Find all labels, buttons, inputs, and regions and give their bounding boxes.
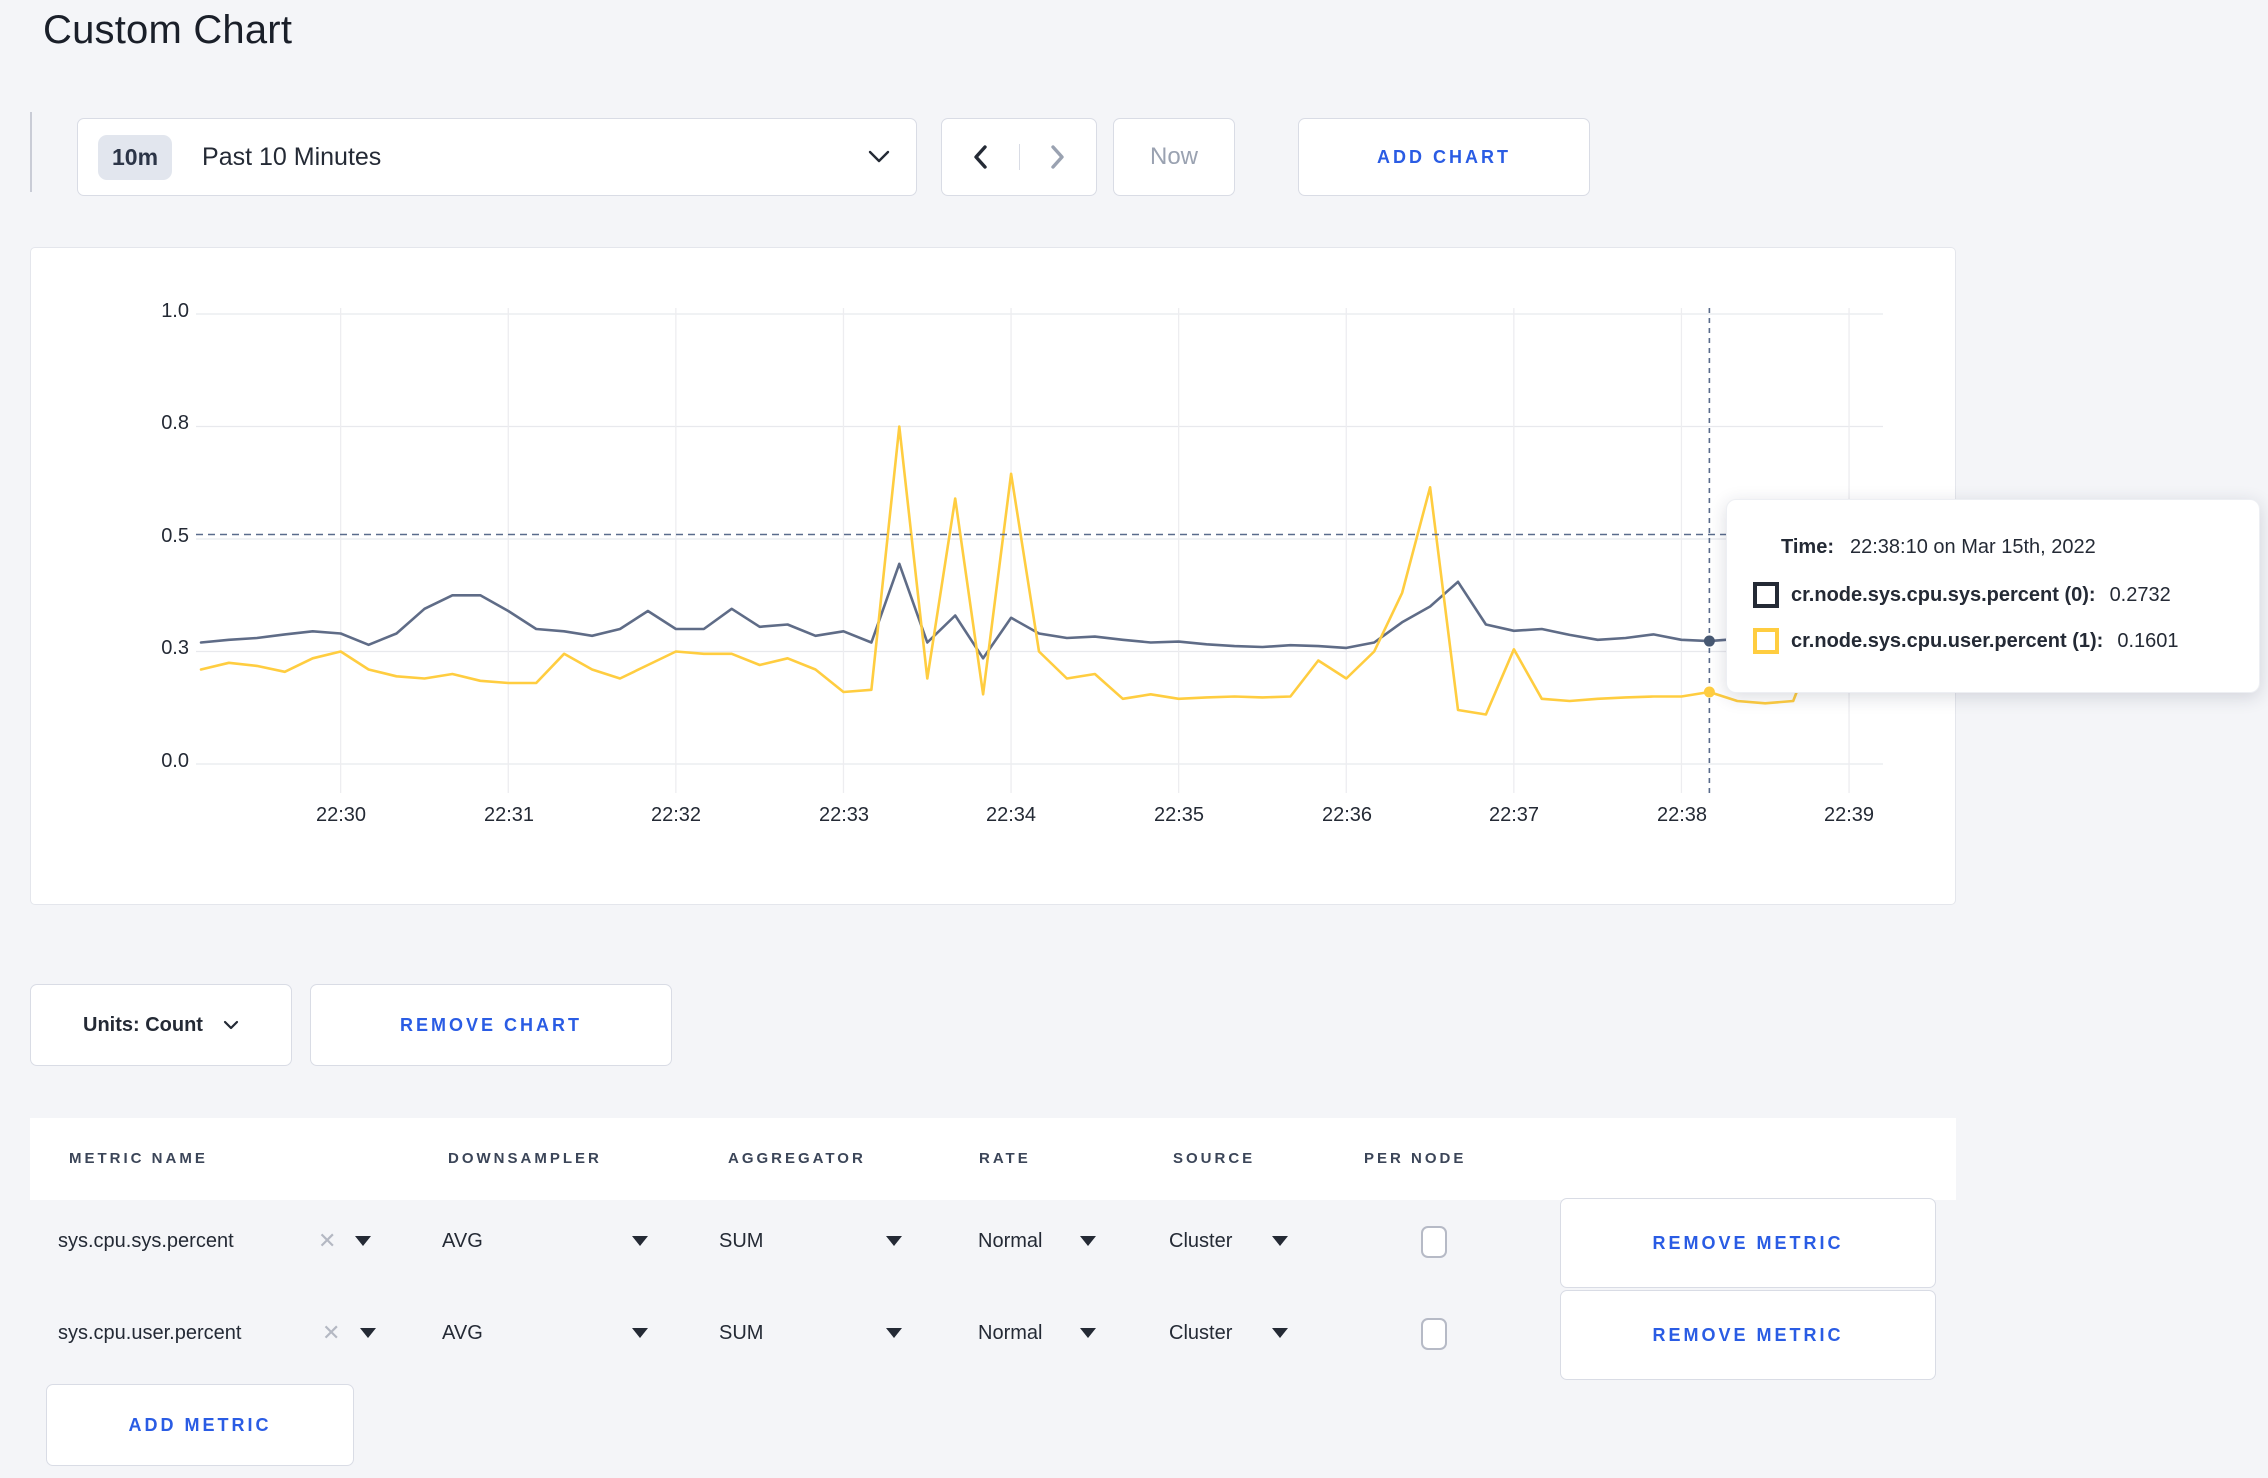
- x-axis-tick: 22:32: [650, 804, 702, 826]
- y-axis-tick: 0.5: [161, 525, 189, 547]
- next-time-button[interactable]: [1020, 144, 1097, 170]
- caret-down-icon[interactable]: [355, 1236, 371, 1246]
- per-node-checkbox[interactable]: [1421, 1226, 1447, 1258]
- page-title: Custom Chart: [43, 8, 293, 52]
- x-axis-tick: 22:37: [1488, 804, 1540, 826]
- caret-down-icon[interactable]: [1272, 1236, 1288, 1246]
- previous-time-button[interactable]: [942, 144, 1020, 170]
- x-axis-tick: 22:39: [1823, 804, 1875, 826]
- x-axis-tick: 22:30: [315, 804, 367, 826]
- units-dropdown[interactable]: Units: Count: [30, 984, 292, 1066]
- aggregator-select[interactable]: SUM: [719, 1230, 763, 1253]
- per-node-checkbox[interactable]: [1421, 1318, 1447, 1350]
- caret-down-icon[interactable]: [886, 1328, 902, 1338]
- tooltip-time-row: Time: 22:38:10 on Mar 15th, 2022: [1781, 536, 2096, 559]
- tooltip-series-label: cr.node.sys.cpu.user.percent (1):: [1791, 629, 2104, 652]
- custom-chart-page: Custom Chart 10m Past 10 Minutes Now ADD…: [0, 0, 2268, 1478]
- column-header-rate: RATE: [979, 1150, 1031, 1167]
- aggregator-select[interactable]: SUM: [719, 1322, 763, 1345]
- units-label: Units: Count: [83, 1013, 203, 1036]
- remove-chart-button[interactable]: REMOVE CHART: [310, 984, 672, 1066]
- x-axis-tick: 22:31: [483, 804, 535, 826]
- time-step-button-group: [941, 118, 1097, 196]
- downsampler-select[interactable]: AVG: [442, 1322, 483, 1345]
- column-header-aggregator: AGGREGATOR: [728, 1150, 866, 1167]
- y-axis-tick: 0.8: [161, 412, 189, 434]
- caret-down-icon[interactable]: [632, 1236, 648, 1246]
- rate-select[interactable]: Normal: [978, 1230, 1042, 1253]
- tooltip-series-value: 0.2732: [2109, 583, 2171, 606]
- add-metric-button[interactable]: ADD METRIC: [46, 1384, 354, 1466]
- metric-name-value[interactable]: sys.cpu.sys.percent: [58, 1230, 234, 1253]
- chart-hover-tooltip: Time: 22:38:10 on Mar 15th, 2022 cr.node.…: [1726, 499, 2260, 693]
- close-icon[interactable]: ✕: [322, 1320, 340, 1346]
- close-icon[interactable]: ✕: [318, 1228, 336, 1254]
- source-select[interactable]: Cluster: [1169, 1230, 1232, 1253]
- toolbar-divider: [30, 112, 32, 192]
- source-select[interactable]: Cluster: [1169, 1322, 1232, 1345]
- x-axis-tick: 22:34: [985, 804, 1037, 826]
- downsampler-select[interactable]: AVG: [442, 1230, 483, 1253]
- chevron-down-icon: [223, 1020, 239, 1031]
- tooltip-series-row: cr.node.sys.cpu.sys.percent (0): 0.2732: [1753, 582, 2171, 608]
- column-header-per-node: PER NODE: [1364, 1150, 1467, 1167]
- rate-select[interactable]: Normal: [978, 1322, 1042, 1345]
- tooltip-series-value: 0.1601: [2117, 629, 2179, 652]
- time-range-dropdown[interactable]: 10m Past 10 Minutes: [77, 118, 917, 196]
- metric-name-value[interactable]: sys.cpu.user.percent: [58, 1322, 241, 1345]
- user-series-swatch-icon: [1753, 628, 1779, 654]
- caret-down-icon[interactable]: [632, 1328, 648, 1338]
- tooltip-time-value: 22:38:10 on Mar 15th, 2022: [1849, 536, 2096, 558]
- caret-down-icon[interactable]: [1080, 1236, 1096, 1246]
- tooltip-series-label: cr.node.sys.cpu.sys.percent (0):: [1791, 583, 2096, 606]
- time-range-label: Past 10 Minutes: [202, 142, 382, 171]
- caret-down-icon[interactable]: [1080, 1328, 1096, 1338]
- y-axis-tick: 0.0: [161, 750, 189, 772]
- chevron-right-icon: [1049, 144, 1067, 170]
- add-chart-button[interactable]: ADD CHART: [1298, 118, 1590, 196]
- x-axis-tick: 22:36: [1321, 804, 1373, 826]
- x-axis-tick: 22:38: [1656, 804, 1708, 826]
- remove-metric-button[interactable]: REMOVE METRIC: [1560, 1290, 1936, 1380]
- caret-down-icon[interactable]: [886, 1236, 902, 1246]
- sys-series-swatch-icon: [1753, 582, 1779, 608]
- x-axis-tick: 22:35: [1153, 804, 1205, 826]
- chart-card: 1.0 0.8 0.5 0.3 0.0 22:30 22:31 22:32 22…: [30, 247, 1956, 905]
- column-header-source: SOURCE: [1173, 1150, 1256, 1167]
- tooltip-time-label: Time:: [1781, 536, 1834, 558]
- y-axis-tick: 1.0: [161, 300, 189, 322]
- x-axis-tick: 22:33: [818, 804, 870, 826]
- tooltip-series-row: cr.node.sys.cpu.user.percent (1): 0.1601: [1753, 628, 2179, 654]
- chevron-down-icon: [868, 150, 890, 164]
- chevron-left-icon: [971, 144, 989, 170]
- y-axis-tick: 0.3: [161, 637, 189, 659]
- now-button[interactable]: Now: [1113, 118, 1235, 196]
- caret-down-icon[interactable]: [360, 1328, 376, 1338]
- time-range-badge: 10m: [98, 134, 173, 180]
- column-header-downsampler: DOWNSAMPLER: [448, 1150, 602, 1167]
- remove-metric-button[interactable]: REMOVE METRIC: [1560, 1198, 1936, 1288]
- column-header-metric-name: METRIC NAME: [69, 1150, 208, 1167]
- caret-down-icon[interactable]: [1272, 1328, 1288, 1338]
